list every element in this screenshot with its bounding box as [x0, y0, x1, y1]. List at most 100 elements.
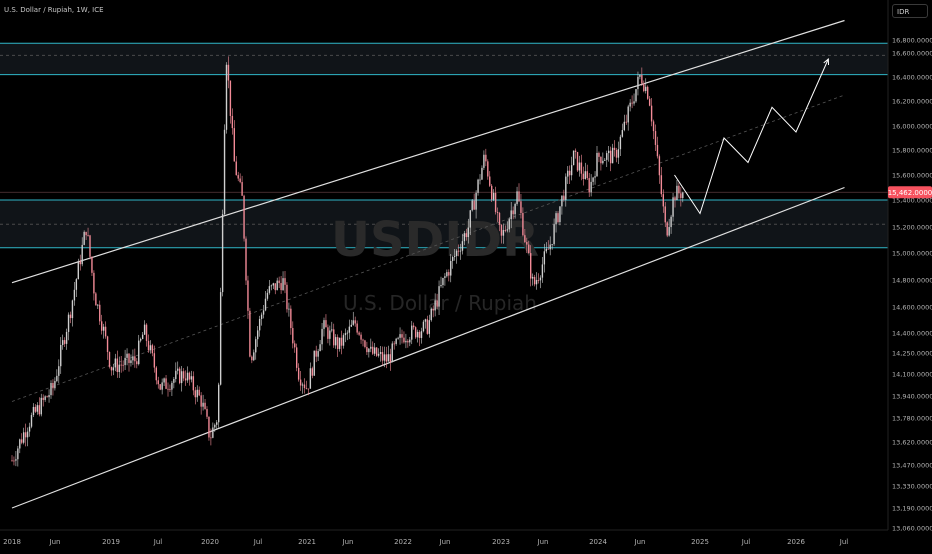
- candle-body: [325, 320, 327, 328]
- candle-body: [590, 181, 592, 193]
- candle-body: [613, 147, 616, 150]
- candle-body: [327, 327, 329, 339]
- candle-body: [116, 358, 118, 372]
- candle-body: [190, 376, 193, 380]
- candle-body: [24, 432, 27, 438]
- candle-body: [530, 253, 532, 279]
- candle-body: [631, 102, 633, 104]
- candle-body: [391, 343, 393, 363]
- candle-body: [91, 256, 93, 273]
- candle-body: [652, 121, 655, 132]
- candle-body: [518, 191, 520, 202]
- candle-body: [335, 337, 337, 346]
- candle-body: [600, 156, 602, 164]
- candle-body: [409, 339, 411, 343]
- candle-body: [358, 332, 360, 335]
- candle-body: [650, 105, 653, 122]
- candle-body: [629, 102, 631, 107]
- candle-body: [416, 331, 419, 338]
- chart-area[interactable]: USDIDR U.S. Dollar / Rupiah 16,800.0000 1…: [0, 0, 932, 550]
- price-chart[interactable]: USDIDR U.S. Dollar / Rupiah 16,800.00001…: [0, 0, 932, 550]
- y-tick-label: 14,800.0000: [892, 277, 932, 285]
- x-tick-label: 2020: [201, 538, 219, 546]
- candle-body: [360, 334, 362, 340]
- candle-body: [463, 233, 466, 242]
- candle-body: [475, 192, 477, 210]
- candle-body: [662, 194, 664, 207]
- candle-body: [216, 422, 218, 425]
- candle-body: [132, 356, 134, 361]
- candle-body: [229, 80, 232, 116]
- candle-body: [200, 395, 202, 407]
- candle-body: [535, 280, 538, 285]
- candle-body: [580, 162, 583, 174]
- candle-body: [313, 350, 315, 376]
- candle-body: [340, 337, 343, 346]
- candle-body: [465, 233, 468, 238]
- candle-body: [383, 354, 386, 361]
- candle-body: [647, 86, 649, 99]
- price-axis: 16,800.0000 16,600.0000 16,400.0000 16,200.…: [887, 0, 932, 550]
- candle-body: [319, 344, 321, 352]
- candle-body: [496, 211, 499, 213]
- candle-body: [87, 235, 89, 237]
- currency-badge[interactable]: IDR: [892, 4, 928, 18]
- candle-body: [15, 459, 17, 461]
- candle-body: [594, 176, 596, 178]
- candle-body: [63, 340, 66, 344]
- candle-body: [602, 160, 604, 164]
- candle-body: [584, 171, 586, 180]
- candle-body: [434, 300, 436, 311]
- candle-body: [633, 101, 635, 104]
- candle-body: [578, 162, 581, 171]
- candle-body: [424, 319, 427, 322]
- candle-body: [241, 182, 243, 196]
- candle-body: [543, 251, 546, 265]
- candle-body: [483, 154, 485, 168]
- candle-body: [627, 106, 629, 123]
- candle-body: [342, 335, 345, 346]
- candle-body: [225, 64, 228, 130]
- y-tick-label: 13,620.0000: [892, 439, 932, 447]
- x-tick-label: Jun: [439, 538, 451, 546]
- candle-body: [658, 156, 661, 176]
- candle-body: [253, 352, 255, 361]
- zone-fill-0: [0, 43, 888, 75]
- candle-body: [227, 64, 230, 81]
- candle-body: [405, 340, 407, 343]
- candle-body: [161, 382, 163, 390]
- candle-body: [381, 352, 384, 361]
- candle-body: [372, 346, 374, 354]
- candle-body: [520, 201, 522, 213]
- candle-body: [249, 310, 251, 357]
- candle-body: [436, 300, 438, 307]
- candle-body: [223, 129, 226, 215]
- candle-body: [317, 351, 319, 357]
- candle-body: [516, 191, 518, 204]
- candle-body: [452, 256, 454, 261]
- candle-body: [122, 364, 124, 366]
- candle-body: [674, 197, 676, 201]
- candle-body: [266, 292, 269, 299]
- x-tick-label: Jun: [342, 538, 354, 546]
- candle-body: [637, 76, 639, 90]
- candle-body: [563, 195, 565, 200]
- candle-body: [235, 161, 237, 176]
- candle-body: [21, 439, 23, 443]
- candle-body: [307, 388, 310, 390]
- x-tick-label: Jun: [537, 538, 549, 546]
- candle-body: [323, 320, 325, 329]
- candle-body: [212, 427, 214, 438]
- candle-body: [586, 171, 588, 179]
- candle-body: [656, 144, 659, 157]
- candle-body: [50, 383, 52, 396]
- candle-body: [243, 195, 245, 239]
- candle-body: [375, 347, 378, 356]
- candle-body: [514, 203, 516, 215]
- candle-body: [418, 331, 421, 338]
- y-tick-label: 16,600.0000: [892, 50, 932, 58]
- candle-body: [485, 154, 487, 162]
- candle-body: [596, 152, 598, 177]
- candle-body: [290, 308, 292, 329]
- candle-body: [30, 415, 33, 427]
